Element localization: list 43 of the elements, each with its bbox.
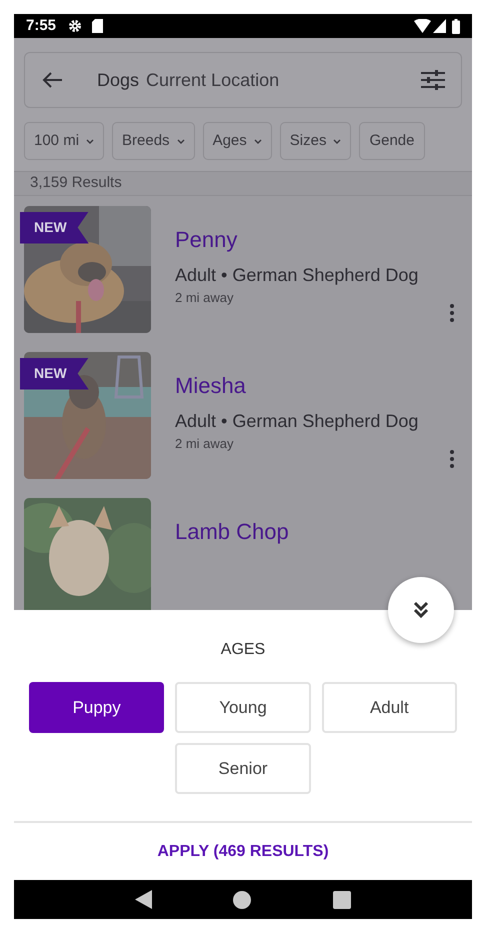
age-option[interactable]: Puppy xyxy=(29,682,164,733)
back-arrow-icon[interactable] xyxy=(41,71,63,89)
age-option[interactable]: Young xyxy=(175,682,311,733)
signal-icon xyxy=(433,19,446,33)
new-ribbon: NEW xyxy=(20,358,89,390)
results-count: 3,159 Results xyxy=(30,173,122,193)
search-bar[interactable]: Dogs Current Location xyxy=(24,52,462,108)
filter-chip[interactable]: Breeds xyxy=(112,122,195,160)
recents-square-icon[interactable] xyxy=(333,890,352,908)
filter-chip[interactable]: Sizes xyxy=(280,122,352,160)
pet-details: Adult • German Shepherd Dog xyxy=(175,410,420,432)
filter-sliders-icon[interactable] xyxy=(421,70,445,90)
collapse-button[interactable] xyxy=(388,577,454,643)
filter-chip[interactable]: Gende xyxy=(359,122,424,160)
pet-distance: 2 mi away xyxy=(175,434,235,453)
search-location: Current Location xyxy=(146,68,280,92)
filter-chip[interactable]: Ages xyxy=(202,122,272,160)
pet-name[interactable]: Lamb Chop xyxy=(175,518,454,546)
back-triangle-icon[interactable] xyxy=(134,890,152,909)
new-ribbon: NEW xyxy=(20,212,89,244)
search-category: Dogs xyxy=(97,68,140,92)
caret-icon xyxy=(254,138,262,144)
battery-icon xyxy=(452,18,460,34)
age-option[interactable]: Senior xyxy=(175,743,311,794)
gear-icon xyxy=(68,19,82,33)
pet-distance: 2 mi away xyxy=(175,288,235,307)
pet-name[interactable]: Miesha xyxy=(175,372,454,400)
pet-name[interactable]: Penny xyxy=(175,226,454,254)
double-chevron-down-icon xyxy=(413,601,429,619)
wifi-icon xyxy=(414,19,431,33)
more-options-icon[interactable] xyxy=(450,304,454,322)
caret-icon xyxy=(333,138,342,144)
more-options-icon[interactable] xyxy=(450,450,454,468)
pet-details: Adult • German Shepherd Dog xyxy=(175,264,420,286)
status-time: 7:55 xyxy=(26,16,56,36)
home-circle-icon[interactable] xyxy=(233,890,252,908)
age-option[interactable]: Adult xyxy=(322,682,457,733)
sheet-title: AGES xyxy=(220,640,266,660)
sd-card-icon xyxy=(92,19,104,33)
filter-chip[interactable]: 100 mi xyxy=(24,122,104,160)
caret-icon xyxy=(86,138,94,144)
caret-icon xyxy=(176,138,185,144)
apply-button[interactable]: APPLY (469 RESULTS) xyxy=(157,840,329,864)
